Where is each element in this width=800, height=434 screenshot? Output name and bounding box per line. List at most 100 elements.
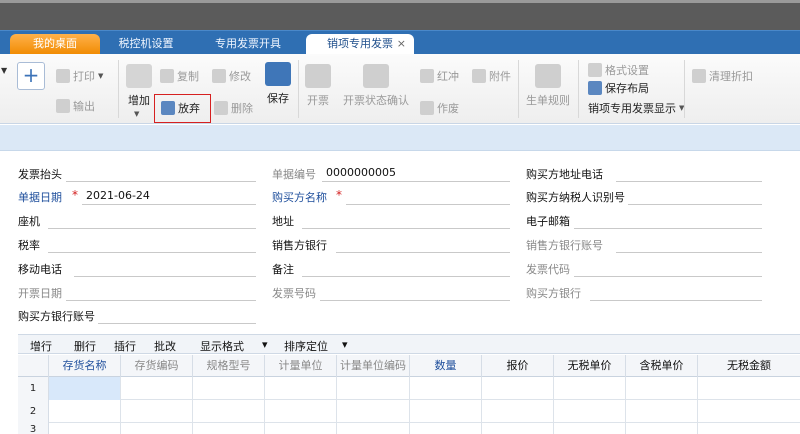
abandon-highlight-box <box>154 94 211 123</box>
attachment-button[interactable]: 附件 <box>472 68 511 84</box>
void-button[interactable]: 作废 <box>420 100 459 116</box>
table-cell[interactable] <box>482 400 554 423</box>
field-seller-bank[interactable]: 销售方银行 <box>272 235 510 253</box>
table-cell[interactable] <box>410 377 482 400</box>
field-doc-no[interactable]: 单据编号 0000000005 <box>272 164 510 182</box>
modify-button[interactable]: 修改 <box>212 68 251 84</box>
table-cell[interactable] <box>410 423 482 434</box>
table-cell[interactable] <box>121 377 193 400</box>
table-cell[interactable] <box>193 400 265 423</box>
delete-row-button[interactable]: 删行 <box>74 338 96 354</box>
tab-sales-invoice[interactable]: 销项专用发票 × <box>306 34 414 55</box>
table-cell[interactable] <box>265 377 337 400</box>
field-email[interactable]: 电子邮箱 <box>526 211 762 229</box>
table-cell[interactable] <box>337 400 410 423</box>
red-reverse-button[interactable]: 红冲 <box>420 68 459 84</box>
copy-button[interactable]: 复制 <box>160 68 199 84</box>
table-cell[interactable] <box>337 423 410 434</box>
table-row[interactable]: 2 <box>18 400 800 423</box>
col-header-unit-code[interactable]: 计量单位编码 <box>337 355 410 377</box>
collapse-arrow-icon[interactable]: ▼ <box>1 66 7 75</box>
red-reverse-icon <box>420 69 434 83</box>
col-header-amount-notax[interactable]: 无税金额 <box>698 355 800 377</box>
field-invoice-number[interactable]: 发票号码 <box>272 283 510 301</box>
field-buyer-addr-phone[interactable]: 购买方地址电话 <box>526 164 762 182</box>
table-row[interactable]: 1 <box>18 377 800 400</box>
save-layout-icon <box>588 81 602 95</box>
table-cell[interactable] <box>193 423 265 434</box>
field-invoice-code[interactable]: 发票代码 <box>526 259 762 277</box>
field-buyer-bank[interactable]: 购买方银行 <box>526 283 762 301</box>
window-top-strip <box>0 0 800 30</box>
table-cell[interactable] <box>265 423 337 434</box>
col-header-stock-code[interactable]: 存货编码 <box>121 355 193 377</box>
field-doc-date[interactable]: 单据日期 * 2021-06-24 <box>18 187 256 205</box>
generate-rule-button[interactable]: 生单规则 <box>526 64 570 108</box>
field-mobile[interactable]: 移动电话 <box>18 259 256 277</box>
export-button[interactable]: 输出 <box>56 98 95 114</box>
field-landline[interactable]: 座机 <box>18 211 256 229</box>
table-cell[interactable] <box>554 400 626 423</box>
col-header-unit[interactable]: 计量单位 <box>265 355 337 377</box>
col-header-unit-price-notax[interactable]: 无税单价 <box>554 355 626 377</box>
table-cell[interactable] <box>626 377 698 400</box>
field-buyer-tax-id[interactable]: 购买方纳税人识别号 <box>526 187 762 205</box>
grid-toolbar: 增行 删行 插行 批改 显示格式 ▾ 排序定位 ▾ <box>18 334 800 354</box>
field-invoice-header[interactable]: 发票抬头 <box>18 164 256 182</box>
col-header-unit-price-tax[interactable]: 含税单价 <box>626 355 698 377</box>
col-header-stock-name[interactable]: 存货名称 <box>49 355 121 377</box>
tab-tax-settings[interactable]: 税控机设置 <box>104 34 188 55</box>
field-invoice-date[interactable]: 开票日期 <box>18 283 256 301</box>
table-cell[interactable] <box>49 377 121 400</box>
close-icon[interactable]: × <box>397 34 406 54</box>
clear-discount-button[interactable]: 清理折扣 <box>692 68 753 84</box>
display-format-dropdown[interactable]: 销项专用发票显示 ▼ <box>588 100 684 116</box>
checkmark-icon <box>363 64 389 88</box>
field-tax-rate[interactable]: 税率 <box>18 235 256 253</box>
add-row-button[interactable]: 增行 <box>30 338 52 354</box>
col-header-quantity[interactable]: 数量 <box>410 355 482 377</box>
tab-special-invoice[interactable]: 专用发票开具 <box>200 34 296 55</box>
add-document-icon <box>126 64 152 88</box>
display-format-button[interactable]: 显示格式 <box>200 338 244 354</box>
save-layout-button[interactable]: 保存布局 <box>588 80 649 96</box>
table-cell[interactable] <box>49 423 121 434</box>
field-seller-bank-account[interactable]: 销售方银行账号 <box>526 235 762 253</box>
table-cell[interactable] <box>337 377 410 400</box>
table-cell[interactable] <box>554 423 626 434</box>
table-cell[interactable] <box>626 400 698 423</box>
table-cell[interactable] <box>265 400 337 423</box>
table-cell[interactable] <box>410 400 482 423</box>
insert-row-button[interactable]: 插行 <box>114 338 136 354</box>
col-header-spec[interactable]: 规格型号 <box>193 355 265 377</box>
field-remark[interactable]: 备注 <box>272 259 510 277</box>
field-buyer-bank-account[interactable]: 购买方银行账号 <box>18 306 256 324</box>
tab-home[interactable]: 我的桌面 <box>10 34 100 55</box>
add-button[interactable]: 增加 <box>126 64 152 108</box>
sort-locate-dropdown-icon[interactable]: ▾ <box>342 338 348 351</box>
format-icon <box>588 63 602 77</box>
format-settings-button[interactable]: 格式设置 <box>588 62 649 78</box>
table-cell[interactable] <box>121 423 193 434</box>
table-cell[interactable] <box>49 400 121 423</box>
field-buyer-name[interactable]: 购买方名称 * <box>272 187 510 205</box>
table-cell[interactable] <box>626 423 698 434</box>
table-row[interactable]: 3 <box>18 423 800 434</box>
table-cell[interactable] <box>193 377 265 400</box>
sort-locate-button[interactable]: 排序定位 <box>284 338 328 354</box>
add-dropdown-icon[interactable]: ▼ <box>134 110 139 118</box>
issue-confirm-button[interactable]: 开票状态确认 <box>343 64 409 108</box>
issue-invoice-button[interactable]: 开票 <box>305 64 331 108</box>
table-cell[interactable] <box>554 377 626 400</box>
field-address[interactable]: 地址 <box>272 211 510 229</box>
delete-button[interactable]: 删除 <box>214 100 253 116</box>
table-cell[interactable] <box>121 400 193 423</box>
add-new-button[interactable]: + <box>17 62 45 90</box>
table-cell[interactable] <box>482 377 554 400</box>
print-button[interactable]: 打印 ▼ <box>56 68 103 84</box>
display-format-dropdown-icon[interactable]: ▾ <box>262 338 268 351</box>
batch-change-button[interactable]: 批改 <box>154 338 176 354</box>
col-header-quote[interactable]: 报价 <box>482 355 554 377</box>
save-button[interactable]: 保存 <box>265 62 291 106</box>
table-cell[interactable] <box>482 423 554 434</box>
